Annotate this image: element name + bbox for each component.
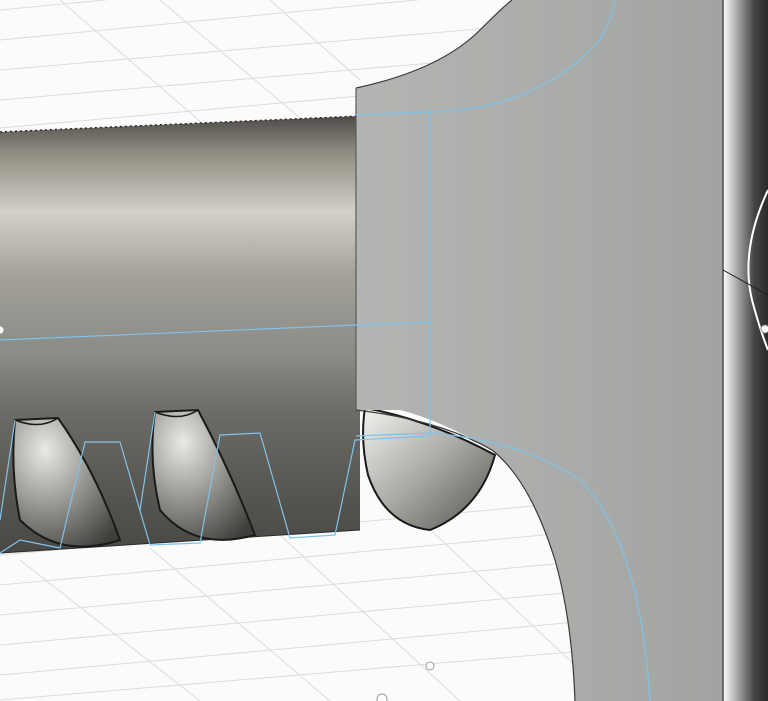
side-face[interactable] (722, 0, 768, 701)
model-viewport[interactable] (0, 0, 768, 701)
